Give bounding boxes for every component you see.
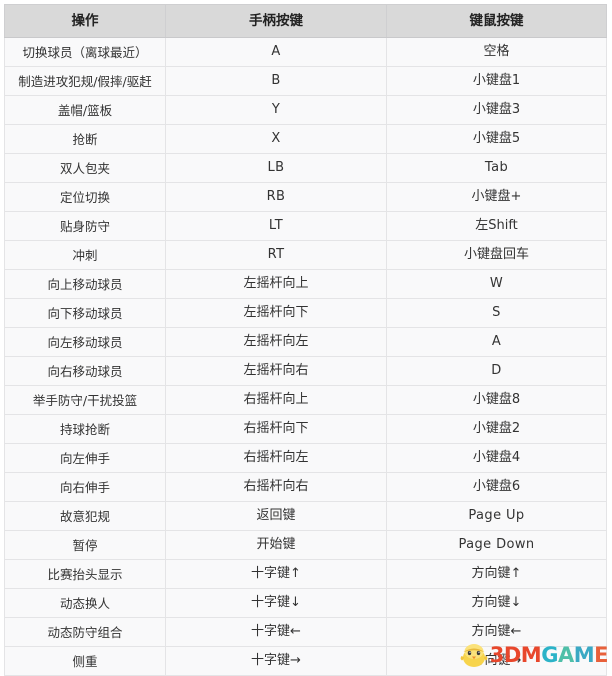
cell-action: 贴身防守: [4, 211, 166, 241]
table-row: 侧重 十字键→ 方向键→: [4, 646, 607, 676]
table-row: 向左伸手 右摇杆向左 小键盘4: [4, 443, 607, 473]
cell-keyboard-mouse: 方向键←: [386, 617, 607, 647]
column-header-gamepad: 手柄按键: [165, 4, 387, 38]
cell-keyboard-mouse: W: [386, 269, 607, 299]
table-body: 切换球员（离球最近） A 空格 制造进攻犯规/假摔/驱赶 B 小键盘1 盖帽/篮板 Y 小键盘3…: [4, 37, 607, 676]
cell-gamepad: LT: [165, 211, 387, 241]
cell-keyboard-mouse: 小键盘4: [386, 443, 607, 473]
cell-keyboard-mouse: D: [386, 356, 607, 386]
cell-keyboard-mouse: 左Shift: [386, 211, 607, 241]
cell-keyboard-mouse: S: [386, 298, 607, 328]
table-row: 比赛抬头显示 十字键↑ 方向键↑: [4, 559, 607, 589]
cell-keyboard-mouse: 小键盘1: [386, 66, 607, 96]
cell-gamepad: 左摇杆向下: [165, 298, 387, 328]
table-row: 定位切换 RB 小键盘+: [4, 182, 607, 212]
cell-gamepad: 十字键↑: [165, 559, 387, 589]
cell-action: 盖帽/篮板: [4, 95, 166, 125]
cell-keyboard-mouse: 小键盘回车: [386, 240, 607, 270]
cell-action: 向左伸手: [4, 443, 166, 473]
cell-gamepad: 右摇杆向右: [165, 472, 387, 502]
cell-gamepad: 右摇杆向上: [165, 385, 387, 415]
table-row: 盖帽/篮板 Y 小键盘3: [4, 95, 607, 125]
cell-gamepad: B: [165, 66, 387, 96]
cell-keyboard-mouse: 小键盘8: [386, 385, 607, 415]
cell-gamepad: 十字键←: [165, 617, 387, 647]
table-row: 制造进攻犯规/假摔/驱赶 B 小键盘1: [4, 66, 607, 96]
cell-action: 向右伸手: [4, 472, 166, 502]
cell-gamepad: 返回键: [165, 501, 387, 531]
table-row: 抢断 X 小键盘5: [4, 124, 607, 154]
cell-keyboard-mouse: 小键盘3: [386, 95, 607, 125]
cell-keyboard-mouse: 小键盘2: [386, 414, 607, 444]
header-row: 操作 手柄按键 键鼠按键: [4, 4, 607, 38]
page-root: 操作 手柄按键 键鼠按键 切换球员（离球最近） A 空格 制造进攻犯规/假摔/驱赶 B 小…: [0, 0, 612, 676]
cell-gamepad: A: [165, 37, 387, 67]
table-row: 贴身防守 LT 左Shift: [4, 211, 607, 241]
table-row: 向左移动球员 左摇杆向左 A: [4, 327, 607, 357]
cell-action: 冲刺: [4, 240, 166, 270]
table-row: 向上移动球员 左摇杆向上 W: [4, 269, 607, 299]
cell-keyboard-mouse: 小键盘5: [386, 124, 607, 154]
cell-action: 制造进攻犯规/假摔/驱赶: [4, 66, 166, 96]
cell-action: 动态防守组合: [4, 617, 166, 647]
cell-keyboard-mouse: 空格: [386, 37, 607, 67]
cell-gamepad: LB: [165, 153, 387, 183]
cell-action: 定位切换: [4, 182, 166, 212]
table-row: 动态换人 十字键↓ 方向键↓: [4, 588, 607, 618]
table-row: 向右伸手 右摇杆向右 小键盘6: [4, 472, 607, 502]
table-row: 向下移动球员 左摇杆向下 S: [4, 298, 607, 328]
table-row: 暂停 开始键 Page Down: [4, 530, 607, 560]
table-row: 冲刺 RT 小键盘回车: [4, 240, 607, 270]
cell-action: 向下移动球员: [4, 298, 166, 328]
table-header: 操作 手柄按键 键鼠按键: [4, 4, 607, 38]
cell-keyboard-mouse: A: [386, 327, 607, 357]
cell-action: 持球抢断: [4, 414, 166, 444]
cell-keyboard-mouse: 方向键↓: [386, 588, 607, 618]
cell-action: 向左移动球员: [4, 327, 166, 357]
cell-keyboard-mouse: 小键盘+: [386, 182, 607, 212]
cell-keyboard-mouse: Tab: [386, 153, 607, 183]
cell-keyboard-mouse: 方向键→: [386, 646, 607, 676]
table-row: 向右移动球员 左摇杆向右 D: [4, 356, 607, 386]
cell-gamepad: 右摇杆向下: [165, 414, 387, 444]
cell-action: 暂停: [4, 530, 166, 560]
table-row: 双人包夹 LB Tab: [4, 153, 607, 183]
cell-gamepad: X: [165, 124, 387, 154]
cell-gamepad: 开始键: [165, 530, 387, 560]
cell-action: 切换球员（离球最近）: [4, 37, 166, 67]
cell-gamepad: 左摇杆向上: [165, 269, 387, 299]
cell-keyboard-mouse: 小键盘6: [386, 472, 607, 502]
cell-action: 向右移动球员: [4, 356, 166, 386]
cell-action: 向上移动球员: [4, 269, 166, 299]
cell-gamepad: RT: [165, 240, 387, 270]
cell-action: 动态换人: [4, 588, 166, 618]
cell-keyboard-mouse: Page Up: [386, 501, 607, 531]
cell-action: 双人包夹: [4, 153, 166, 183]
table-row: 故意犯规 返回键 Page Up: [4, 501, 607, 531]
controls-table: 操作 手柄按键 键鼠按键 切换球员（离球最近） A 空格 制造进攻犯规/假摔/驱赶 B 小…: [4, 4, 607, 676]
table-row: 持球抢断 右摇杆向下 小键盘2: [4, 414, 607, 444]
cell-gamepad: RB: [165, 182, 387, 212]
table-row: 切换球员（离球最近） A 空格: [4, 37, 607, 67]
table-row: 动态防守组合 十字键← 方向键←: [4, 617, 607, 647]
cell-keyboard-mouse: 方向键↑: [386, 559, 607, 589]
cell-action: 故意犯规: [4, 501, 166, 531]
cell-action: 侧重: [4, 646, 166, 676]
cell-action: 抢断: [4, 124, 166, 154]
cell-gamepad: 十字键↓: [165, 588, 387, 618]
cell-action: 举手防守/干扰投篮: [4, 385, 166, 415]
column-header-keyboard-mouse: 键鼠按键: [386, 4, 607, 38]
cell-gamepad: 右摇杆向左: [165, 443, 387, 473]
cell-gamepad: 左摇杆向左: [165, 327, 387, 357]
column-header-action: 操作: [4, 4, 166, 38]
cell-keyboard-mouse: Page Down: [386, 530, 607, 560]
cell-gamepad: Y: [165, 95, 387, 125]
cell-gamepad: 左摇杆向右: [165, 356, 387, 386]
cell-gamepad: 十字键→: [165, 646, 387, 676]
cell-action: 比赛抬头显示: [4, 559, 166, 589]
table-row: 举手防守/干扰投篮 右摇杆向上 小键盘8: [4, 385, 607, 415]
